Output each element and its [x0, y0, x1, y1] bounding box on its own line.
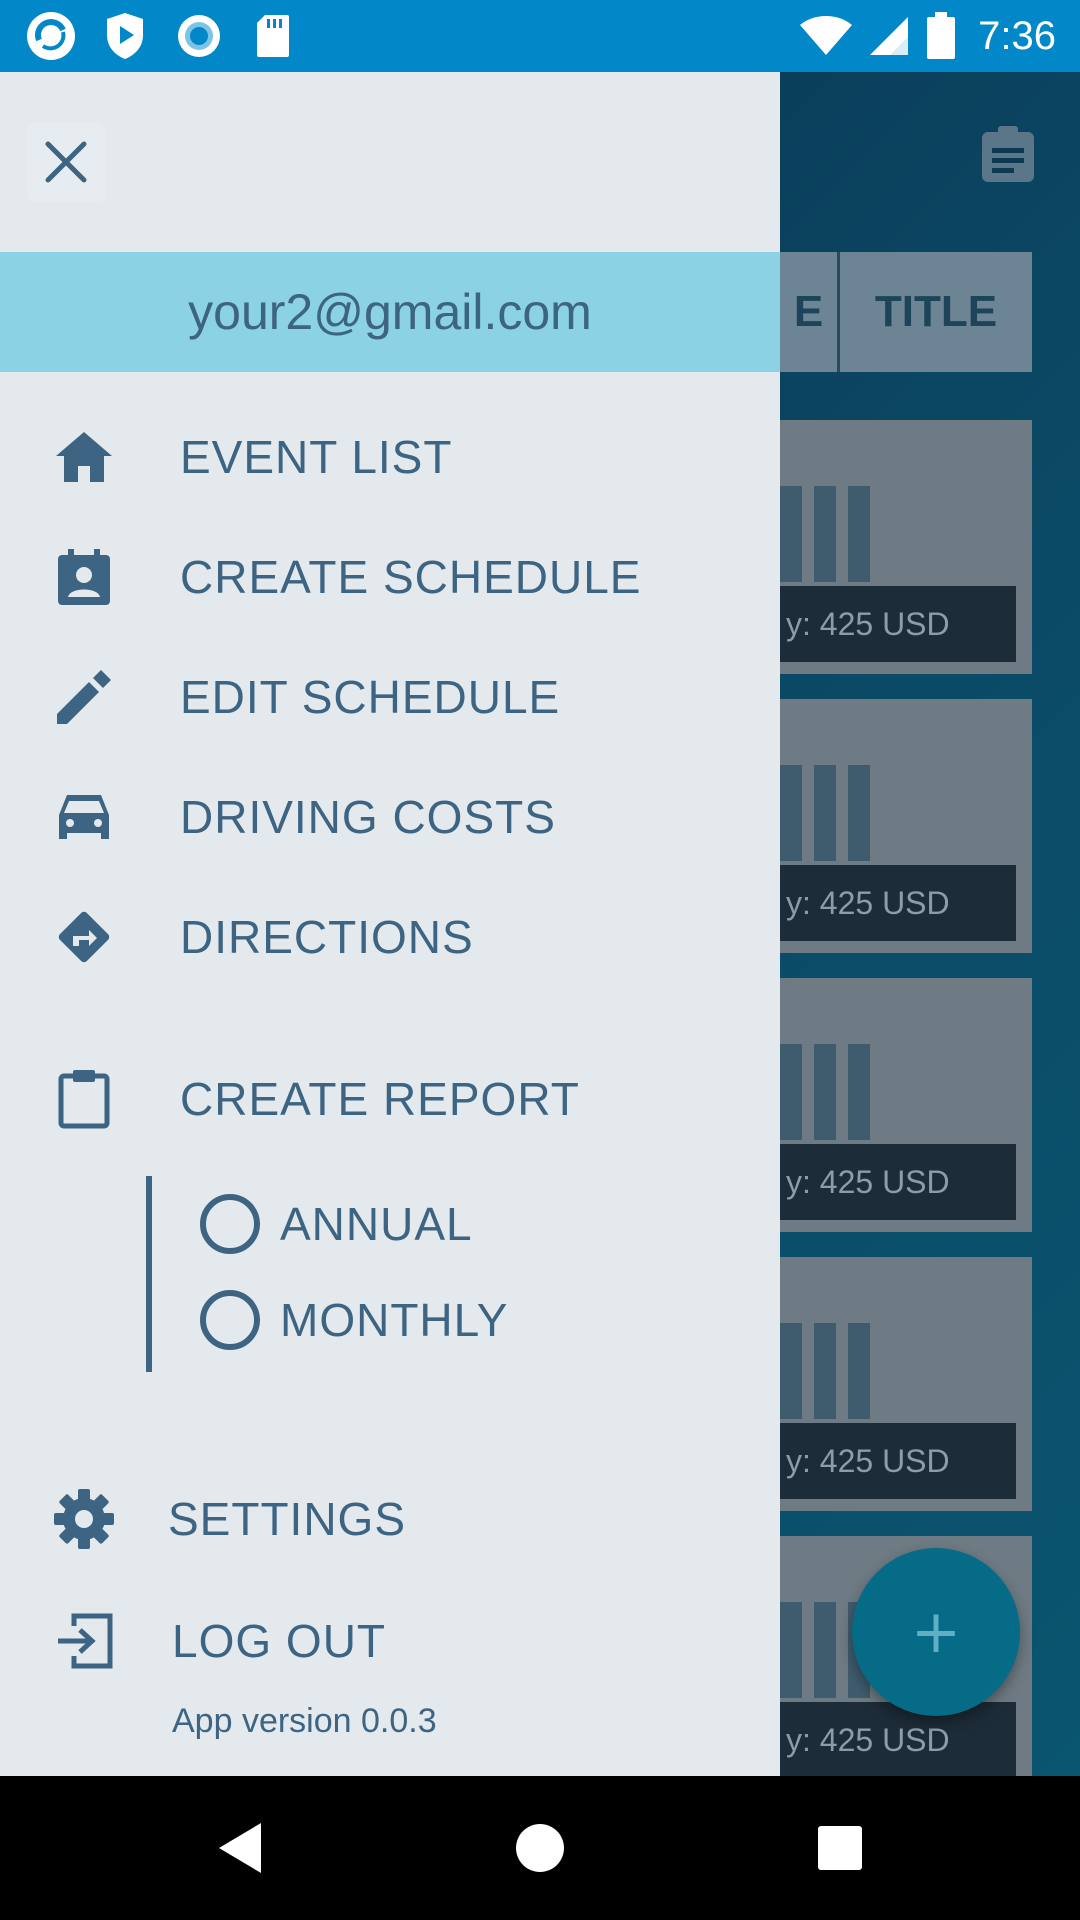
status-bar: 7:36 [0, 0, 1080, 72]
submenu-divider [146, 1176, 152, 1372]
app-version: App version 0.0.3 [172, 1702, 437, 1740]
back-icon [219, 1823, 261, 1873]
menu-item-label: LOG OUT [172, 1615, 387, 1667]
account-email: your2@gmail.com [0, 252, 780, 372]
event-card: y: 425 USD [780, 1257, 1032, 1511]
wifi-icon [800, 16, 853, 55]
clipboard-icon [50, 1065, 118, 1133]
recents-button[interactable] [790, 1798, 890, 1898]
amount-label: y: 425 USD [780, 1702, 1016, 1778]
home-circle-icon [516, 1824, 564, 1872]
app-icon [24, 9, 78, 63]
cell-signal-icon [870, 17, 909, 55]
menu-item-label: EDIT SCHEDULE [180, 671, 561, 723]
car-icon [50, 783, 118, 851]
battery-icon [927, 12, 956, 59]
menu-item-label: CREATE SCHEDULE [180, 551, 642, 603]
header-cell-partial: E [780, 252, 840, 372]
table-header: E TITLE [780, 252, 1032, 372]
plus-icon: + [910, 1597, 962, 1667]
sd-card-icon [246, 9, 300, 63]
system-navigation-bar [0, 1776, 1080, 1920]
menu-item-label: EVENT LIST [180, 431, 453, 483]
event-card: y: 425 USD [780, 420, 1032, 674]
menu-item-create-report[interactable]: CREATE REPORT [0, 1044, 780, 1154]
menu-item-directions[interactable]: DIRECTIONS [0, 882, 780, 992]
amount-label: y: 425 USD [780, 865, 1016, 941]
radio-unchecked-icon [200, 1290, 260, 1350]
report-option-annual[interactable]: ANNUAL [200, 1184, 473, 1264]
navigation-drawer: your2@gmail.com EVENT LIST CREATE SCHEDU… [0, 72, 780, 1776]
pencil-icon [50, 663, 118, 731]
add-event-fab[interactable]: + [852, 1548, 1020, 1716]
close-drawer-button[interactable] [26, 122, 106, 202]
logout-icon [50, 1607, 118, 1675]
menu-item-settings[interactable]: SETTINGS [0, 1464, 780, 1574]
close-icon [45, 141, 87, 183]
event-card: y: 425 USD [780, 978, 1032, 1232]
event-card: y: 425 USD [780, 699, 1032, 953]
radio-label: MONTHLY [280, 1294, 509, 1346]
clock: 7:36 [978, 13, 1056, 58]
recents-icon [818, 1826, 862, 1870]
menu-item-event-list[interactable]: EVENT LIST [0, 402, 780, 512]
menu-item-label: DIRECTIONS [180, 911, 474, 963]
radio-label: ANNUAL [280, 1198, 473, 1250]
menu-item-driving-costs[interactable]: DRIVING COSTS [0, 762, 780, 872]
menu-item-logout[interactable]: LOG OUT [0, 1586, 780, 1696]
amount-label: y: 425 USD [780, 1144, 1016, 1220]
report-option-monthly[interactable]: MONTHLY [200, 1280, 509, 1360]
home-icon [50, 423, 118, 491]
amount-label: y: 425 USD [780, 1423, 1016, 1499]
menu-item-create-schedule[interactable]: CREATE SCHEDULE [0, 522, 780, 632]
menu-item-label: CREATE REPORT [180, 1073, 580, 1125]
amount-label: y: 425 USD [780, 586, 1016, 662]
home-button[interactable] [490, 1798, 590, 1898]
clipboard-list-icon [982, 126, 1034, 182]
menu-item-label: SETTINGS [168, 1493, 407, 1545]
header-cell-title: TITLE [840, 252, 1032, 372]
menu-item-edit-schedule[interactable]: EDIT SCHEDULE [0, 642, 780, 752]
directions-icon [50, 903, 118, 971]
gear-icon [50, 1485, 118, 1553]
contact-calendar-icon [50, 543, 118, 611]
radio-unchecked-icon [200, 1194, 260, 1254]
record-icon [172, 9, 226, 63]
back-button[interactable] [190, 1798, 290, 1898]
menu-item-label: DRIVING COSTS [180, 791, 556, 843]
shield-play-icon [98, 9, 152, 63]
